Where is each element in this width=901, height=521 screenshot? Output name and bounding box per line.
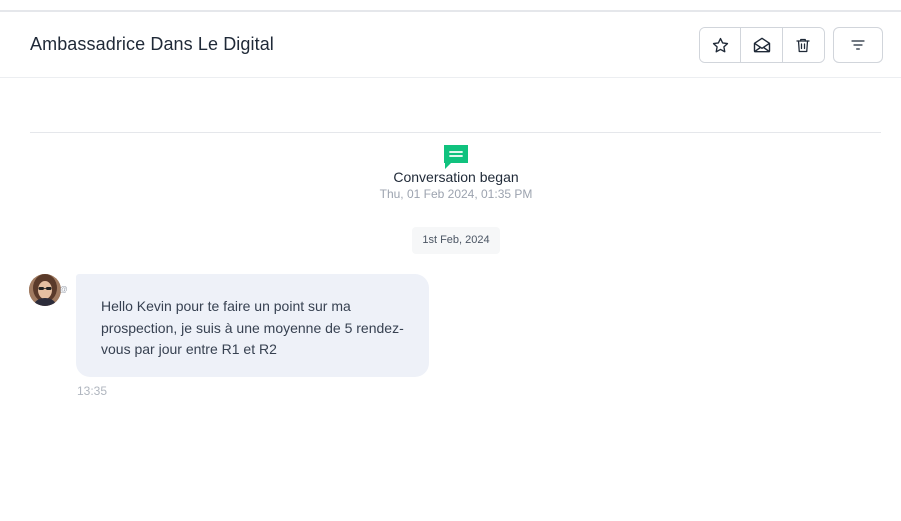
chat-bubble-icon: [444, 145, 468, 169]
filter-button[interactable]: [833, 27, 883, 63]
message-bubble: Hello Kevin pour te faire un point sur m…: [76, 274, 429, 377]
conversation-actions: [699, 27, 825, 63]
conversation-began-label: Conversation began: [393, 169, 519, 185]
timeline-divider: [30, 132, 881, 133]
message-time: 13:35: [77, 384, 108, 398]
filter-icon: [851, 40, 865, 50]
date-separator: 1st Feb, 2024: [412, 227, 500, 254]
trash-icon: [796, 38, 810, 52]
avatar[interactable]: [29, 274, 61, 306]
conversation-title: Ambassadrice Dans Le Digital: [30, 34, 274, 54]
conversation-header: Ambassadrice Dans Le Digital: [0, 12, 901, 78]
channel-badge: @: [59, 285, 68, 294]
window-top-edge: [0, 0, 901, 12]
delete-button[interactable]: [782, 28, 824, 62]
conversation-began-time: Thu, 01 Feb 2024, 01:35 PM: [379, 187, 533, 201]
message-text: Hello Kevin pour te faire un point sur m…: [101, 298, 404, 357]
star-button[interactable]: [700, 28, 742, 62]
mark-unread-button[interactable]: [741, 28, 783, 62]
avatar-portrait: [29, 274, 61, 306]
envelope-open-icon: [753, 37, 770, 53]
star-icon: [712, 37, 728, 52]
